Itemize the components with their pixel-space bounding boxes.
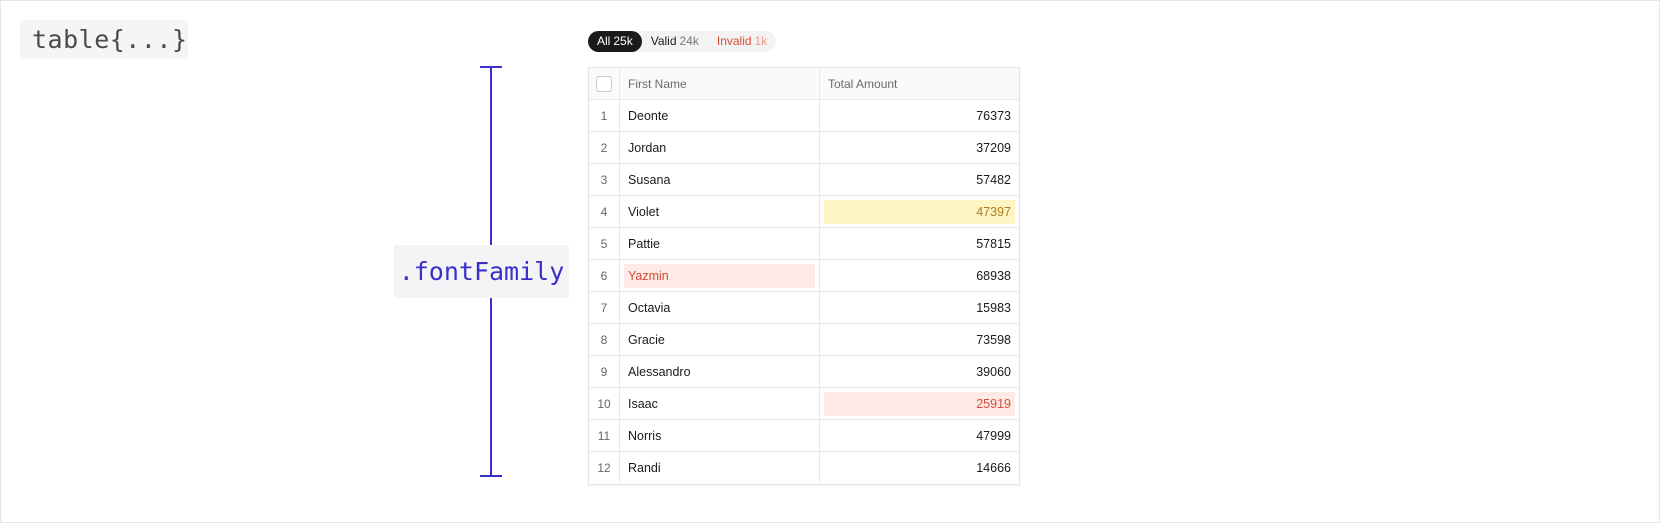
cell-first-name[interactable]: Pattie [620,228,820,259]
cell-total-amount[interactable]: 68938 [820,260,1019,291]
cell-first-name[interactable]: Violet [620,196,820,227]
filter-tab-count: 25k [613,34,633,48]
table-row[interactable]: 4 Violet 47397 [589,196,1019,228]
cell-value: Gracie [628,332,665,347]
cell-value: Jordan [628,140,667,155]
table-row[interactable]: 6 Yazmin 68938 [589,260,1019,292]
cell-total-amount[interactable]: 57482 [820,164,1019,195]
cell-total-amount[interactable]: 73598 [820,324,1019,355]
cell-value: 39060 [976,364,1011,379]
row-index: 6 [589,260,620,291]
cell-total-amount[interactable]: 37209 [820,132,1019,163]
code-label: table{...} [20,20,188,59]
row-index: 11 [589,420,620,451]
cell-total-amount[interactable]: 15983 [820,292,1019,323]
table-row[interactable]: 1 Deonte 76373 [589,100,1019,132]
filter-tab-label: Invalid [716,34,752,48]
cell-value: Violet [628,204,660,219]
filter-tab-count: 24k [679,34,699,48]
data-grid: First Name Total Amount 1 Deonte 76373 2 Jor… [588,67,1020,485]
row-index: 12 [589,452,620,484]
cell-value: 14666 [976,461,1011,475]
cell-value: 15983 [976,300,1011,315]
cell-value: 47999 [976,428,1011,443]
cell-value: 57482 [976,172,1011,187]
column-header-first-name[interactable]: First Name [620,68,820,99]
cell-first-name[interactable]: Deonte [620,100,820,131]
grid-header-row: First Name Total Amount [589,68,1019,100]
cell-total-amount[interactable]: 47999 [820,420,1019,451]
bracket-upper-stem [490,66,492,246]
bracket-lower-stem [490,298,492,477]
cell-value: Susana [628,172,671,187]
cell-value: Randi [628,461,661,475]
cell-value: 47397 [824,199,1015,224]
row-index: 4 [589,196,620,227]
cell-total-amount[interactable]: 39060 [820,356,1019,387]
table-row[interactable]: 11 Norris 47999 [589,420,1019,452]
filter-tab-count: 1k [754,34,768,48]
cell-value: Deonte [628,108,669,123]
cell-value: Pattie [628,236,660,251]
table-row[interactable]: 3 Susana 57482 [589,164,1019,196]
cell-total-amount[interactable]: 76373 [820,100,1019,131]
table-row[interactable]: 2 Jordan 37209 [589,132,1019,164]
filter-tab-valid[interactable]: Valid 24k [642,31,708,52]
bracket-bottom-cap [480,475,502,477]
select-all-cell[interactable] [589,68,620,99]
filter-tab-label: Valid [650,34,677,48]
cell-value: Octavia [628,300,671,315]
row-index: 1 [589,100,620,131]
cell-value: Norris [628,428,662,443]
cell-value: 73598 [976,332,1011,347]
column-header-total-amount[interactable]: Total Amount [820,68,1019,99]
cell-first-name[interactable]: Octavia [620,292,820,323]
filter-tabs: All 25k Valid 24k Invalid 1k [588,31,777,52]
property-label: .fontFamily [394,245,569,298]
table-row[interactable]: 10 Isaac 25919 [589,388,1019,420]
grid-body: 1 Deonte 76373 2 Jordan 37209 3 Susana 57482 4 Vio… [589,100,1019,484]
row-index: 10 [589,388,620,419]
cell-first-name[interactable]: Gracie [620,324,820,355]
cell-value: 25919 [824,391,1015,416]
cell-first-name[interactable]: Yazmin [620,260,820,291]
filter-tab-label: All [597,34,611,48]
checkbox-icon[interactable] [596,75,612,92]
table-row[interactable]: 12 Randi 14666 [589,452,1019,484]
cell-total-amount[interactable]: 57815 [820,228,1019,259]
cell-value: Alessandro [628,364,691,379]
cell-first-name[interactable]: Norris [620,420,820,451]
row-index: 8 [589,324,620,355]
cell-total-amount[interactable]: 47397 [820,196,1019,227]
row-index: 9 [589,356,620,387]
table-row[interactable]: 5 Pattie 57815 [589,228,1019,260]
cell-first-name[interactable]: Jordan [620,132,820,163]
row-index: 7 [589,292,620,323]
cell-first-name[interactable]: Alessandro [620,356,820,387]
table-row[interactable]: 9 Alessandro 39060 [589,356,1019,388]
row-index: 5 [589,228,620,259]
cell-value: 68938 [976,268,1011,283]
row-index: 2 [589,132,620,163]
cell-value: Isaac [628,396,658,411]
cell-first-name[interactable]: Randi [620,452,820,484]
cell-value: 76373 [976,108,1011,123]
table-row[interactable]: 7 Octavia 15983 [589,292,1019,324]
row-index: 3 [589,164,620,195]
cell-total-amount[interactable]: 25919 [820,388,1019,419]
table-row[interactable]: 8 Gracie 73598 [589,324,1019,356]
filter-tab-invalid[interactable]: Invalid 1k [708,31,776,52]
cell-value: 57815 [976,236,1011,251]
cell-value: 37209 [976,140,1011,155]
cell-value: Yazmin [624,263,815,288]
cell-first-name[interactable]: Isaac [620,388,820,419]
cell-total-amount[interactable]: 14666 [820,452,1019,484]
filter-tab-all[interactable]: All 25k [588,31,642,52]
cell-first-name[interactable]: Susana [620,164,820,195]
